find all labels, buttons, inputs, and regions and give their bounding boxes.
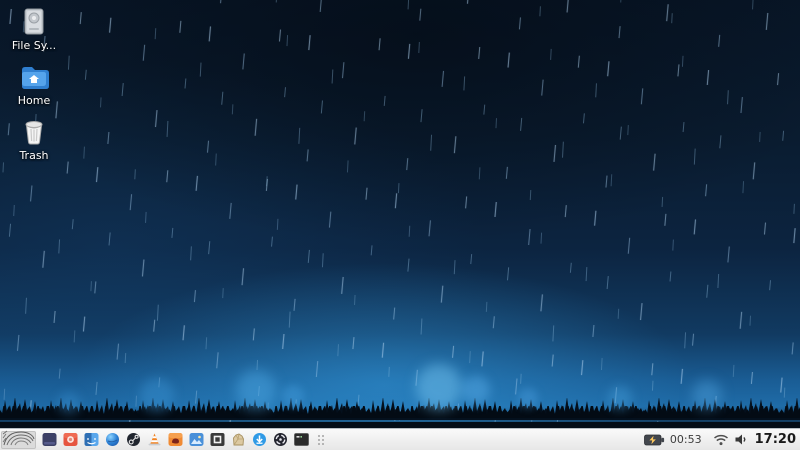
red-camera-icon: [63, 432, 78, 447]
blue-photo-icon: [189, 432, 204, 447]
desktop-screen: File Sy... Home Trash 00:53 17:20: [0, 0, 800, 450]
wifi-icon[interactable]: [713, 433, 729, 446]
dark-square-frame-icon: [210, 432, 225, 447]
launcher-vlc[interactable]: [147, 432, 162, 447]
launcher-screenshot-app[interactable]: [210, 432, 225, 447]
launcher-photos-app[interactable]: [189, 432, 204, 447]
launcher-finder-face-app[interactable]: [84, 432, 99, 447]
bokeh-lights: [0, 0, 800, 428]
blue-folder-home-icon: [18, 61, 50, 93]
orange-blob-icon: [168, 432, 183, 447]
launcher-browser[interactable]: [105, 432, 120, 447]
wallpaper-image: [0, 0, 800, 428]
whisker-menu-button[interactable]: [1, 430, 36, 450]
taskbar: 00:53 17:20: [0, 428, 800, 450]
desktop-icon-trash[interactable]: Trash: [4, 116, 64, 162]
launcher-archive-app[interactable]: [231, 432, 246, 447]
launcher-obs-studio[interactable]: [273, 432, 288, 447]
hard-drive-icon: [18, 6, 50, 38]
desktop-icon-label: Trash: [19, 149, 49, 162]
launcher-steam[interactable]: [126, 432, 141, 447]
tan-package-icon: [231, 432, 246, 447]
launcher-download-app[interactable]: [252, 432, 267, 447]
launcher-indigo-app[interactable]: [42, 432, 57, 447]
volume-icon[interactable]: [734, 433, 748, 446]
clock[interactable]: 17:20: [755, 432, 796, 447]
panel-handle-dots[interactable]: [317, 433, 324, 447]
launcher-orange-app[interactable]: [168, 432, 183, 447]
system-tray: 00:53 17:20: [644, 432, 796, 447]
swirl-logo-icon: [2, 430, 35, 450]
launcher-camera-app[interactable]: [63, 432, 78, 447]
desktop-icon-label: File Sy...: [11, 39, 57, 52]
orange-cone-icon: [147, 432, 162, 447]
blue-globe-icon: [105, 432, 120, 447]
steam-piston-icon: [126, 432, 141, 447]
blue-face-icon: [84, 432, 99, 447]
desktop-icon-label: Home: [17, 94, 51, 107]
desktop-icon-home[interactable]: Home: [4, 61, 64, 107]
trash-can-icon: [18, 116, 50, 148]
battery-charging-icon[interactable]: [644, 434, 665, 446]
blue-down-arrow-icon: [252, 432, 267, 447]
terminal-icon: [294, 432, 309, 447]
battery-time-remaining[interactable]: 00:53: [670, 433, 702, 446]
desktop-icon-file-system[interactable]: File Sy...: [4, 6, 64, 52]
desktop-icon-list: File Sy... Home Trash: [4, 6, 64, 171]
launcher-terminal[interactable]: [294, 432, 309, 447]
dark-indigo-square-icon: [42, 432, 57, 447]
dark-aperture-icon: [273, 432, 288, 447]
